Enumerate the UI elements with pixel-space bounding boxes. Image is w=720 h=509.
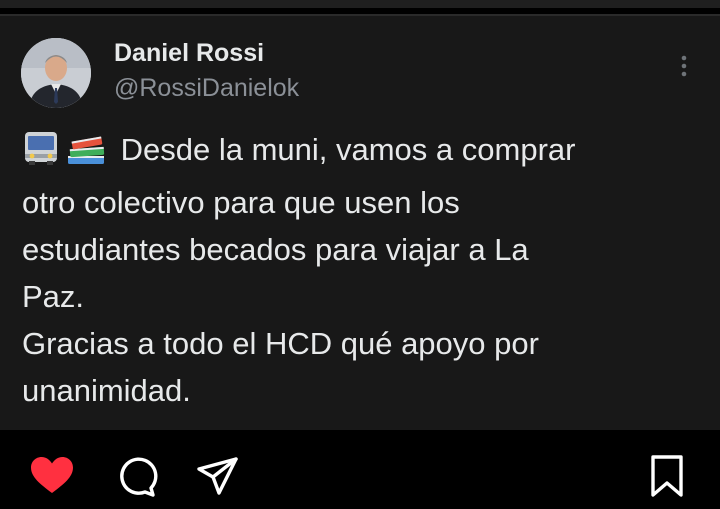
heart-icon (31, 457, 73, 493)
send-icon (197, 457, 238, 495)
comment-button[interactable] (112, 452, 160, 500)
share-button[interactable] (194, 452, 242, 500)
more-vertical-icon (681, 55, 687, 77)
comment-icon (120, 457, 158, 497)
bus-emoji (22, 130, 60, 179)
save-button[interactable] (643, 452, 691, 500)
post-text: Desde la muni, vamos a comprar otro cole… (22, 126, 702, 414)
books-emoji (64, 130, 108, 179)
action-bar (0, 430, 720, 509)
like-button[interactable] (28, 452, 76, 500)
avatar[interactable] (21, 38, 91, 108)
post-card[interactable]: Daniel Rossi @RossiDanielok Desde la mun… (0, 16, 720, 430)
username-handle[interactable]: @RossiDanielok (114, 72, 299, 104)
display-name[interactable]: Daniel Rossi (114, 38, 264, 68)
bookmark-icon (651, 455, 683, 497)
more-options-button[interactable] (672, 52, 696, 80)
status-strip (0, 0, 720, 8)
